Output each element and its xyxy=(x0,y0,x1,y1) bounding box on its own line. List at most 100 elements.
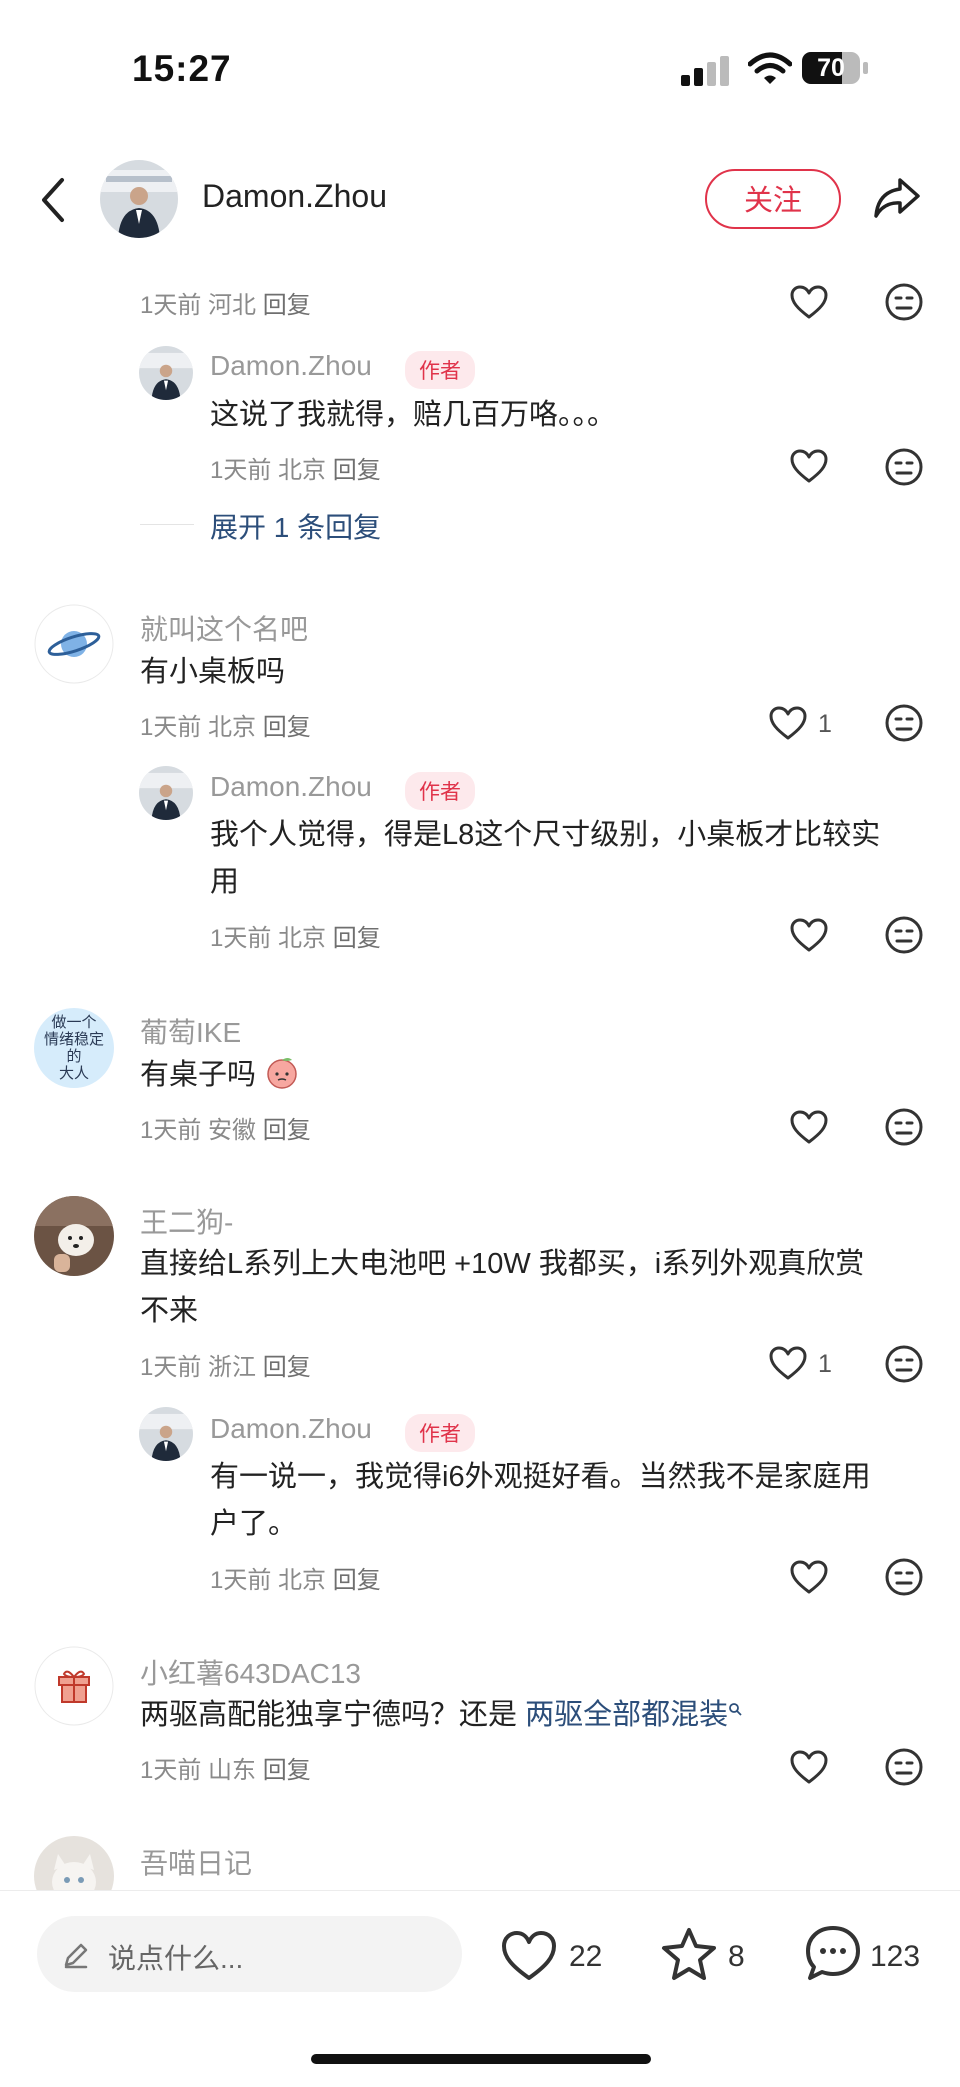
like-count: 1 xyxy=(818,1350,832,1378)
reply-button[interactable]: 回复 xyxy=(263,1354,311,1381)
heart-icon[interactable] xyxy=(789,917,829,953)
comment-username[interactable]: 葡萄IKE xyxy=(140,1011,241,1051)
avatar-text: 做一个 xyxy=(51,1013,97,1031)
reply-location: 北京 xyxy=(278,457,327,484)
reply-location: 北京 xyxy=(278,1567,327,1594)
user-avatar[interactable] xyxy=(34,1196,114,1276)
signal-icon xyxy=(681,56,731,86)
share-icon[interactable] xyxy=(872,172,922,222)
author-tag: 作者 xyxy=(405,351,475,389)
home-indicator xyxy=(311,2054,651,2064)
reply-username[interactable]: Damon.Zhou xyxy=(210,771,372,803)
reply-text-line2: 户了。 xyxy=(210,1508,298,1540)
reply-avatar[interactable] xyxy=(139,346,193,400)
comment-input-placeholder[interactable]: 说点什么... xyxy=(108,1937,243,1977)
avatar-text: 大人 xyxy=(58,1064,89,1082)
star-icon[interactable] xyxy=(660,1926,718,1982)
comment-text-line1: 直接给L系列上大电池吧 +10W 我都买，i系列外观真欣赏 xyxy=(140,1248,865,1280)
comment-meta: 1天前 安徽 回复 xyxy=(140,1110,311,1145)
heart-icon[interactable] xyxy=(789,284,829,320)
dislike-icon[interactable] xyxy=(884,282,924,322)
comment-text-content: 有桌子吗 xyxy=(140,1059,257,1091)
reply-text-line1: 有一说一，我觉得i6外观挺好看。当然我不是家庭用 xyxy=(210,1461,871,1493)
dislike-icon[interactable] xyxy=(884,1107,924,1147)
reply-button[interactable]: 回复 xyxy=(263,1117,311,1144)
comment-text: 两驱高配能独享宁德吗？还是 两驱全部都混装 xyxy=(140,1692,742,1738)
expand-replies-link[interactable]: 展开 1 条回复 xyxy=(210,506,381,546)
dislike-icon[interactable] xyxy=(884,1344,924,1384)
comment-time: 1天前 xyxy=(140,714,202,741)
reply-location: 北京 xyxy=(278,925,327,952)
heart-icon[interactable] xyxy=(789,1109,829,1145)
search-keyword-link[interactable]: 两驱全部都混装 xyxy=(525,1699,728,1731)
pencil-icon xyxy=(64,1943,88,1969)
reply-time: 1天前 xyxy=(210,1567,272,1594)
heart-icon[interactable] xyxy=(768,705,808,741)
reply-button[interactable]: 回复 xyxy=(263,714,311,741)
comment-location: 浙江 xyxy=(208,1354,257,1381)
comment-username[interactable]: 吾喵日记 xyxy=(140,1842,252,1882)
comment-time: 1天前 xyxy=(140,1757,202,1784)
comment-text-content: 两驱高配能独享宁德吗？还是 xyxy=(140,1699,518,1731)
comment-location: 山东 xyxy=(208,1757,257,1784)
reply-button[interactable]: 回复 xyxy=(333,925,381,952)
reply-button[interactable]: 回复 xyxy=(263,292,311,319)
user-avatar[interactable] xyxy=(34,1646,114,1726)
wifi-icon xyxy=(748,52,792,84)
header-avatar[interactable] xyxy=(100,160,178,238)
reply-button[interactable]: 回复 xyxy=(333,1567,381,1594)
comment-location: 北京 xyxy=(208,714,257,741)
follow-button[interactable]: 关注 xyxy=(705,169,841,229)
reply-text-line1: 我个人觉得，得是L8这个尺寸级别，小桌板才比较实 xyxy=(210,819,881,851)
divider xyxy=(140,524,194,525)
comment-username[interactable]: 王二狗- xyxy=(140,1201,233,1241)
search-icon[interactable] xyxy=(728,1702,742,1716)
reply-meta: 1天前 北京 回复 xyxy=(210,450,381,485)
heart-icon[interactable] xyxy=(789,1749,829,1785)
comment-input[interactable] xyxy=(37,1916,462,1992)
comment-username[interactable]: 就叫这个名吧 xyxy=(140,608,308,648)
dislike-icon[interactable] xyxy=(884,703,924,743)
author-tag: 作者 xyxy=(405,1414,475,1452)
reply-time: 1天前 xyxy=(210,925,272,952)
reply-button[interactable]: 回复 xyxy=(263,1757,311,1784)
heart-icon[interactable] xyxy=(768,1345,808,1381)
comment-meta: 1天前 北京 回复 xyxy=(140,707,311,742)
header-username[interactable]: Damon.Zhou xyxy=(202,178,387,215)
heart-icon[interactable] xyxy=(789,448,829,484)
comment-text: 有桌子吗 xyxy=(140,1052,300,1098)
comment-time: 1天前 xyxy=(140,292,202,319)
reply-avatar[interactable] xyxy=(139,766,193,820)
reply-username[interactable]: Damon.Zhou xyxy=(210,350,372,382)
reply-time: 1天前 xyxy=(210,457,272,484)
comment-location: 安徽 xyxy=(208,1117,257,1144)
comment-icon[interactable] xyxy=(804,1924,862,1982)
status-time: 15:27 xyxy=(132,48,232,89)
dislike-icon[interactable] xyxy=(884,1557,924,1597)
like-icon[interactable] xyxy=(500,1930,558,1982)
comment-count: 123 xyxy=(870,1940,921,1973)
author-tag: 作者 xyxy=(405,772,475,810)
avatar-text: 的 xyxy=(66,1047,82,1065)
battery-icon: 70 xyxy=(802,52,868,86)
reply-avatar[interactable] xyxy=(139,1407,193,1461)
user-avatar[interactable]: 做一个 情绪稳定 的 大人 xyxy=(34,1008,114,1088)
reply-meta: 1天前 北京 回复 xyxy=(210,918,381,953)
comment-username[interactable]: 小红薯643DAC13 xyxy=(140,1652,361,1692)
battery-level: 70 xyxy=(817,54,845,82)
reply-button[interactable]: 回复 xyxy=(333,457,381,484)
dislike-icon[interactable] xyxy=(884,447,924,487)
peach-emoji-icon xyxy=(267,1058,297,1089)
user-avatar[interactable] xyxy=(34,604,114,684)
back-icon[interactable] xyxy=(34,176,74,224)
comment-meta: 1天前 河北 回复 xyxy=(140,285,311,320)
like-count: 1 xyxy=(818,710,832,738)
heart-icon[interactable] xyxy=(789,1559,829,1595)
dislike-icon[interactable] xyxy=(884,1747,924,1787)
reply-username[interactable]: Damon.Zhou xyxy=(210,1413,372,1445)
comment-text: 有小桌板吗 xyxy=(140,656,286,688)
favorite-count: 8 xyxy=(728,1940,745,1973)
avatar-text: 情绪稳定 xyxy=(43,1030,104,1048)
dislike-icon[interactable] xyxy=(884,915,924,955)
comment-time: 1天前 xyxy=(140,1354,202,1381)
